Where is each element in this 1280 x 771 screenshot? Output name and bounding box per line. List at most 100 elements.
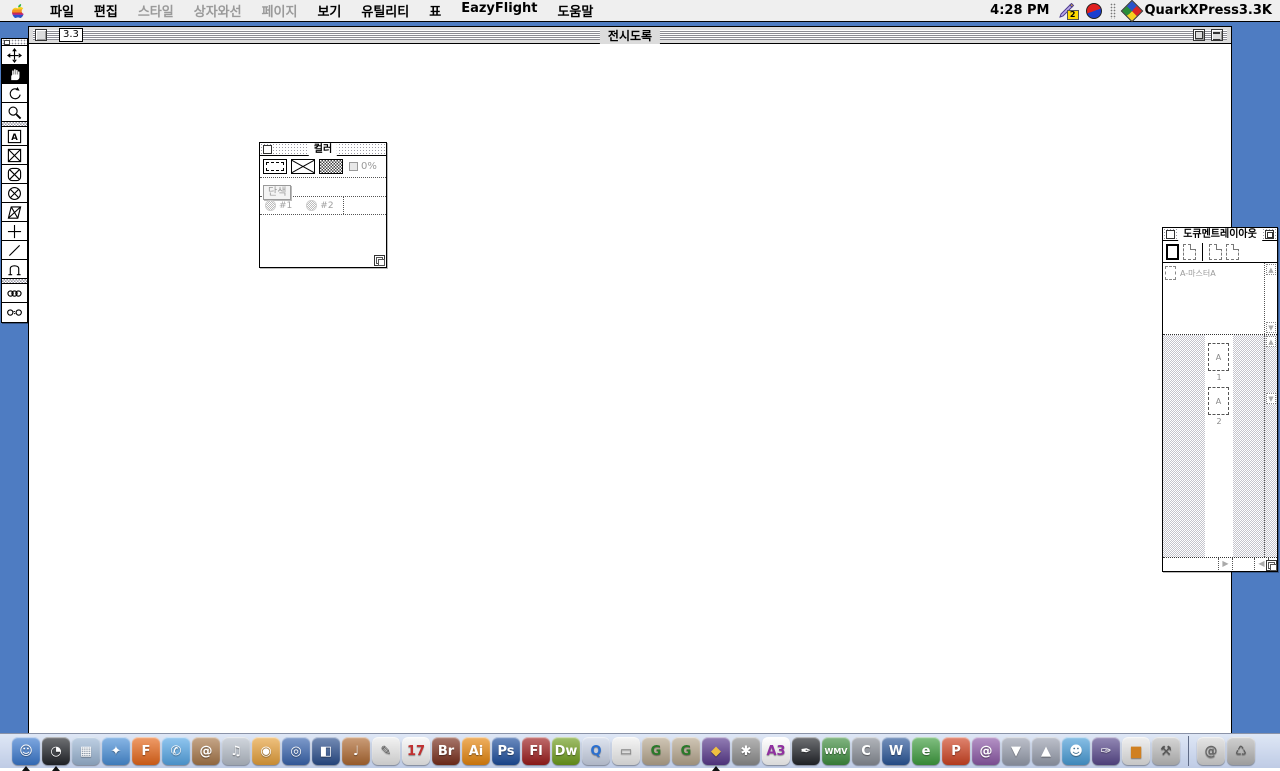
text-box-tool[interactable]: A xyxy=(2,127,27,146)
orthogonal-line-tool[interactable] xyxy=(2,222,27,241)
gom-box-1-icon[interactable]: G xyxy=(642,737,670,765)
iphoto-icon[interactable]: ◉ xyxy=(252,737,280,765)
itunes-icon[interactable]: ♫ xyxy=(222,737,250,765)
blank-page-icon[interactable] xyxy=(1166,244,1179,260)
address-book-icon[interactable]: @ xyxy=(192,737,220,765)
ime-pencil-icon[interactable]: 2 xyxy=(1058,3,1078,19)
adobe-bridge-icon[interactable]: Br xyxy=(432,737,460,765)
close-box[interactable] xyxy=(35,29,47,41)
oval-picture-box-tool[interactable] xyxy=(2,184,27,203)
rounded-picture-box-tool[interactable] xyxy=(2,165,27,184)
firefox-icon[interactable]: F xyxy=(132,737,160,765)
master-page-entry[interactable]: A-마스터A xyxy=(1163,263,1277,283)
flask-camera-icon[interactable]: ✒ xyxy=(792,737,820,765)
menu-item-6[interactable]: 보기 xyxy=(307,0,351,22)
rotation-tool[interactable] xyxy=(2,84,27,103)
tool-palette-close-box[interactable] xyxy=(4,40,10,45)
scroll-down-icon[interactable]: ▼ xyxy=(1266,322,1276,333)
idvd-icon[interactable]: ◎ xyxy=(282,737,310,765)
scroll-up-icon[interactable]: ▲ xyxy=(1266,264,1276,275)
dropstuff-icon[interactable]: ▼ xyxy=(1002,737,1030,765)
menu-item-7[interactable]: 유틸리티 xyxy=(351,0,419,22)
background-color-icon[interactable] xyxy=(319,159,343,174)
garageband-icon[interactable]: ♩ xyxy=(342,737,370,765)
apple-menu-icon[interactable] xyxy=(10,3,26,19)
scroll-right-icon[interactable]: ▶ xyxy=(1219,558,1233,570)
messenger-green-icon[interactable]: e xyxy=(912,737,940,765)
adobe-dreamweaver-icon[interactable]: Dw xyxy=(552,737,580,765)
zoom-tool[interactable] xyxy=(2,103,27,122)
menu-item-10[interactable]: 도움말 xyxy=(547,0,603,22)
document-canvas[interactable] xyxy=(29,44,1231,733)
finder-icon[interactable]: ☺ xyxy=(12,737,40,765)
gear-utility-icon[interactable]: ✱ xyxy=(732,737,760,765)
adobe-illustrator-icon[interactable]: Ai xyxy=(462,737,490,765)
windowshade-box[interactable] xyxy=(1211,29,1223,41)
menu-item-9[interactable]: EazyFlight xyxy=(451,0,547,22)
wmv-player-icon[interactable]: WMV xyxy=(822,737,850,765)
pages-scrollbar[interactable]: ▲ ▼ xyxy=(1264,335,1277,557)
adobe-flash-icon[interactable]: Fl xyxy=(522,737,550,765)
korean-ime-icon[interactable] xyxy=(1086,3,1102,19)
stuffit-clamp-icon[interactable]: C xyxy=(852,737,880,765)
menu-item-1[interactable]: 파일 xyxy=(40,0,84,22)
zoom-box[interactable] xyxy=(1193,29,1205,41)
content-tool[interactable] xyxy=(2,65,27,84)
adobe-photoshop-icon[interactable]: Ps xyxy=(492,737,520,765)
delete-page-icon[interactable] xyxy=(1226,244,1239,260)
item-tool[interactable] xyxy=(2,46,27,65)
ichat-icon[interactable]: ✆ xyxy=(162,737,190,765)
color-swatch-1[interactable]: #1 xyxy=(265,200,292,211)
layout-palette-close-box[interactable] xyxy=(1166,230,1175,239)
scroll-thumb-box[interactable] xyxy=(1233,558,1255,570)
document-page-2[interactable]: A xyxy=(1208,387,1229,415)
color-swatch-2[interactable]: #2 xyxy=(306,200,333,211)
polygon-picture-box-tool[interactable] xyxy=(2,203,27,222)
menu-clock[interactable]: 4:28 PM xyxy=(990,3,1049,18)
layout-palette-zoom-box[interactable] xyxy=(1265,230,1274,239)
document-titlebar[interactable]: 3.3 전시도록 xyxy=(29,27,1231,44)
menu-item-8[interactable]: 표 xyxy=(419,0,451,22)
ical-icon[interactable]: 17 xyxy=(402,737,430,765)
scroll-up-icon[interactable]: ▲ xyxy=(1266,336,1276,347)
word-icon[interactable]: W xyxy=(882,737,910,765)
chart-app-icon[interactable]: ▆ xyxy=(1122,737,1150,765)
quarkxpress-icon[interactable]: ◆ xyxy=(702,737,730,765)
scroll-down-icon[interactable]: ▼ xyxy=(1266,393,1276,404)
unlinking-tool[interactable] xyxy=(2,303,27,322)
powerpoint-icon[interactable]: P xyxy=(942,737,970,765)
contents-color-icon[interactable] xyxy=(291,159,315,174)
msn-messenger-icon[interactable]: ☻ xyxy=(1062,737,1090,765)
line-tool[interactable] xyxy=(2,241,27,260)
dashboard-icon[interactable]: ◔ xyxy=(42,737,70,765)
frame-color-icon[interactable] xyxy=(263,159,287,174)
preview-icon[interactable]: ▦ xyxy=(72,737,100,765)
mail-stamp-icon[interactable]: @ xyxy=(1197,737,1225,765)
layout-palette-resize-handle[interactable] xyxy=(1266,560,1277,571)
application-menu[interactable]: QuarkXPress3.3K xyxy=(1124,3,1273,19)
master-list-scrollbar[interactable]: ▲ ▼ xyxy=(1264,263,1277,334)
rect-picture-box-tool[interactable] xyxy=(2,146,27,165)
colors-palette-titlebar[interactable]: 컬러 xyxy=(260,143,386,156)
colors-palette-resize-handle[interactable] xyxy=(374,255,385,266)
front-row-icon[interactable]: ▭ xyxy=(612,737,640,765)
gom-box-2-icon[interactable]: G xyxy=(672,737,700,765)
imovie-icon[interactable]: ◧ xyxy=(312,737,340,765)
menu-item-2[interactable]: 편집 xyxy=(84,0,128,22)
colors-palette-close-box[interactable] xyxy=(263,145,272,154)
quicktime-icon[interactable]: Q xyxy=(582,737,610,765)
trash-icon[interactable]: ♺ xyxy=(1227,737,1255,765)
textedit-icon[interactable]: ✎ xyxy=(372,737,400,765)
duplicate-master-icon[interactable] xyxy=(1209,244,1222,260)
tool-palette-titlebar[interactable] xyxy=(2,39,27,46)
linking-tool[interactable] xyxy=(2,284,27,303)
document-page-1[interactable]: A xyxy=(1208,343,1229,371)
entourage-icon[interactable]: @ xyxy=(972,737,1000,765)
scribble-a3-icon[interactable]: A3 xyxy=(762,737,790,765)
layout-palette-titlebar[interactable]: 도큐멘트레이아웃 xyxy=(1163,228,1277,241)
tools-app-icon[interactable]: ⚒ xyxy=(1152,737,1180,765)
shade-dropdown[interactable]: 0% xyxy=(349,161,377,172)
text-path-tool[interactable] xyxy=(2,260,27,279)
stuffit-expander-icon[interactable]: ▲ xyxy=(1032,737,1060,765)
safari-icon[interactable]: ✦ xyxy=(102,737,130,765)
